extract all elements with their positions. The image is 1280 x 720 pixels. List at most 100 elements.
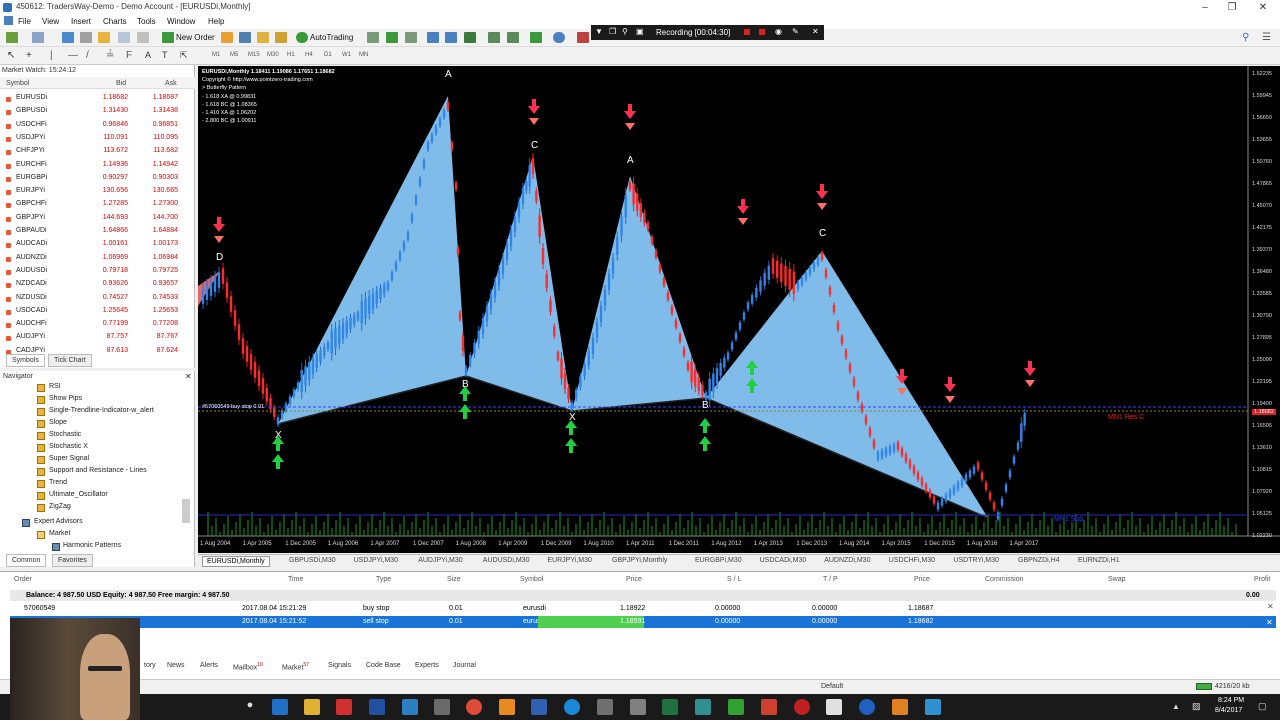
- arrows-icon[interactable]: ⇱: [180, 50, 192, 61]
- tf-m1[interactable]: M1: [212, 52, 220, 58]
- nav-indicator-item[interactable]: ZigZag: [49, 503, 71, 510]
- stop-icon[interactable]: [759, 29, 765, 35]
- market-watch-row[interactable]: GBPAUDi 1.64866 1.64884: [0, 225, 195, 238]
- menu-charts[interactable]: Charts: [103, 17, 127, 26]
- chart-tab[interactable]: EURJPYi,M30: [543, 556, 595, 565]
- crosshair-icon[interactable]: +: [26, 50, 38, 61]
- edge-icon[interactable]: [272, 699, 288, 715]
- app-green-icon[interactable]: [728, 699, 744, 715]
- app-icon-1[interactable]: [597, 699, 613, 715]
- terminal-column-header[interactable]: Type: [376, 576, 391, 583]
- nav-indicator-item[interactable]: Stochastic X: [49, 443, 88, 450]
- market-watch-row[interactable]: NZDUSDi 0.74527 0.74533: [0, 292, 195, 305]
- chart-tab[interactable]: EURUSDi,Monthly: [202, 556, 270, 567]
- terminal-icon[interactable]: [118, 32, 130, 43]
- app-teal-icon[interactable]: [695, 699, 711, 715]
- new-chart-icon[interactable]: [6, 32, 18, 43]
- app-gray-icon[interactable]: [434, 699, 450, 715]
- metatrader-icon[interactable]: [402, 699, 418, 715]
- chart-tab[interactable]: USDCADi,M30: [756, 556, 811, 565]
- market-watch-row[interactable]: AUDNZDi 1.06969 1.06984: [0, 252, 195, 265]
- nav-indicator-item[interactable]: Ultimate_Oscillator: [49, 491, 108, 498]
- market-watch-row[interactable]: EURCHFi 1.14936 1.14942: [0, 159, 195, 172]
- zoom-out-icon[interactable]: [445, 32, 457, 43]
- tab-market[interactable]: Market57: [282, 662, 309, 671]
- templates-icon[interactable]: [577, 32, 589, 43]
- line-chart-icon[interactable]: [405, 32, 417, 43]
- terminal-column-header[interactable]: Profit: [1254, 576, 1270, 583]
- market-watch-row[interactable]: AUDUSDi 0.79718 0.79725: [0, 265, 195, 278]
- market-watch-icon[interactable]: [62, 32, 74, 43]
- tray-up-icon[interactable]: ▲: [1172, 702, 1180, 711]
- channel-icon[interactable]: ≟: [106, 50, 118, 61]
- autoscroll-icon[interactable]: [507, 32, 519, 43]
- nav-harmonic-patterns[interactable]: Harmonic Patterns: [63, 542, 121, 549]
- market-watch-row[interactable]: GBPUSDi 1.31430 1.31438: [0, 105, 195, 118]
- app-circle-icon[interactable]: [859, 699, 875, 715]
- tab-common[interactable]: Common: [6, 554, 47, 567]
- row-close-icon[interactable]: ✕: [1267, 602, 1274, 611]
- nav-indicator-item[interactable]: RSI: [49, 383, 61, 390]
- app-red-icon[interactable]: [336, 699, 352, 715]
- chart-shift-icon[interactable]: [488, 32, 500, 43]
- excel-icon[interactable]: [662, 699, 678, 715]
- tf-d1[interactable]: D1: [324, 52, 332, 58]
- terminal-column-header[interactable]: Price: [914, 576, 930, 583]
- candlestick-icon[interactable]: [386, 32, 398, 43]
- menu-window[interactable]: Window: [167, 17, 195, 26]
- new-order-icon[interactable]: [162, 32, 174, 43]
- tf-m30[interactable]: M30: [267, 52, 279, 58]
- menu-insert[interactable]: Insert: [71, 17, 91, 26]
- word-icon[interactable]: [531, 699, 547, 715]
- nav-indicator-item[interactable]: Stochastic: [49, 431, 81, 438]
- nav-expert-advisors[interactable]: Expert Advisors: [34, 518, 83, 525]
- market-watch-row[interactable]: EURJPYi 130.656 130.665: [0, 185, 195, 198]
- chart-tab[interactable]: EURNZDi,H1: [1074, 556, 1124, 565]
- price-chart[interactable]: X B C A X B C D A EURUSDi,Monthly 1.18411 1.1908…: [198, 66, 1280, 553]
- app-bars-icon[interactable]: [892, 699, 908, 715]
- market-watch-row[interactable]: NZDCADi 0.93626 0.93657: [0, 278, 195, 291]
- fibonacci-icon[interactable]: F: [126, 50, 138, 61]
- app-s-icon[interactable]: [761, 699, 777, 715]
- chart-window-icon[interactable]: [4, 16, 13, 25]
- tab-journal[interactable]: Journal: [453, 662, 476, 669]
- market-watch-row[interactable]: GBPJPYi 144.693 144.700: [0, 212, 195, 225]
- tab-code-base[interactable]: Code Base: [366, 662, 401, 669]
- chart-tab[interactable]: EURGBPi,M30: [691, 556, 746, 565]
- autotrading-button[interactable]: AutoTrading: [310, 33, 353, 42]
- chart-tab[interactable]: USDTRYi,M30: [949, 556, 1003, 565]
- search-icon[interactable]: ⚲: [1242, 32, 1254, 43]
- chart-tab[interactable]: GBPJPYi,Monthly: [608, 556, 671, 565]
- col-bid[interactable]: Bid: [116, 80, 126, 87]
- tab-account-history[interactable]: tory: [144, 662, 156, 669]
- close-icon[interactable]: ✕: [1250, 0, 1276, 15]
- tf-m5[interactable]: M5: [230, 52, 238, 58]
- pen-icon[interactable]: ✎: [792, 27, 799, 36]
- nav-market[interactable]: Market: [49, 530, 70, 537]
- table-row-selected[interactable]: 57060550 2017.08.04 15:21:52 sell stop 0…: [10, 616, 1276, 628]
- zoom-in-icon[interactable]: [427, 32, 439, 43]
- indicators-icon[interactable]: [530, 32, 542, 43]
- terminal-column-header[interactable]: Commission: [985, 576, 1024, 583]
- menu-file[interactable]: File: [18, 17, 31, 26]
- terminal-column-header[interactable]: Order: [14, 576, 32, 583]
- dropdown-icon[interactable]: ▼: [595, 27, 603, 36]
- terminal-column-header[interactable]: S / L: [727, 576, 741, 583]
- market-watch-row[interactable]: CHFJPYi 113.672 113.682: [0, 145, 195, 158]
- market-watch-row[interactable]: AUDCADi 1.00161 1.00173: [0, 238, 195, 251]
- tab-alerts[interactable]: Alerts: [200, 662, 218, 669]
- app-icon-2[interactable]: [630, 699, 646, 715]
- tile-windows-icon[interactable]: [464, 32, 476, 43]
- market-icon[interactable]: [275, 32, 287, 43]
- navigator-icon[interactable]: [98, 32, 110, 43]
- market-watch-row[interactable]: USDJPYi 110.091 110.095: [0, 132, 195, 145]
- minimize-icon[interactable]: –: [1192, 0, 1218, 15]
- cursor-icon[interactable]: ↖: [7, 50, 19, 61]
- metaeditor-icon[interactable]: [221, 32, 233, 43]
- notification-icon[interactable]: ▢: [1258, 701, 1267, 712]
- tab-signals[interactable]: Signals: [328, 662, 351, 669]
- tf-m15[interactable]: M15: [248, 52, 260, 58]
- data-window-icon[interactable]: [80, 32, 92, 43]
- app-blue-icon[interactable]: [369, 699, 385, 715]
- strategy-tester-icon[interactable]: [137, 32, 149, 43]
